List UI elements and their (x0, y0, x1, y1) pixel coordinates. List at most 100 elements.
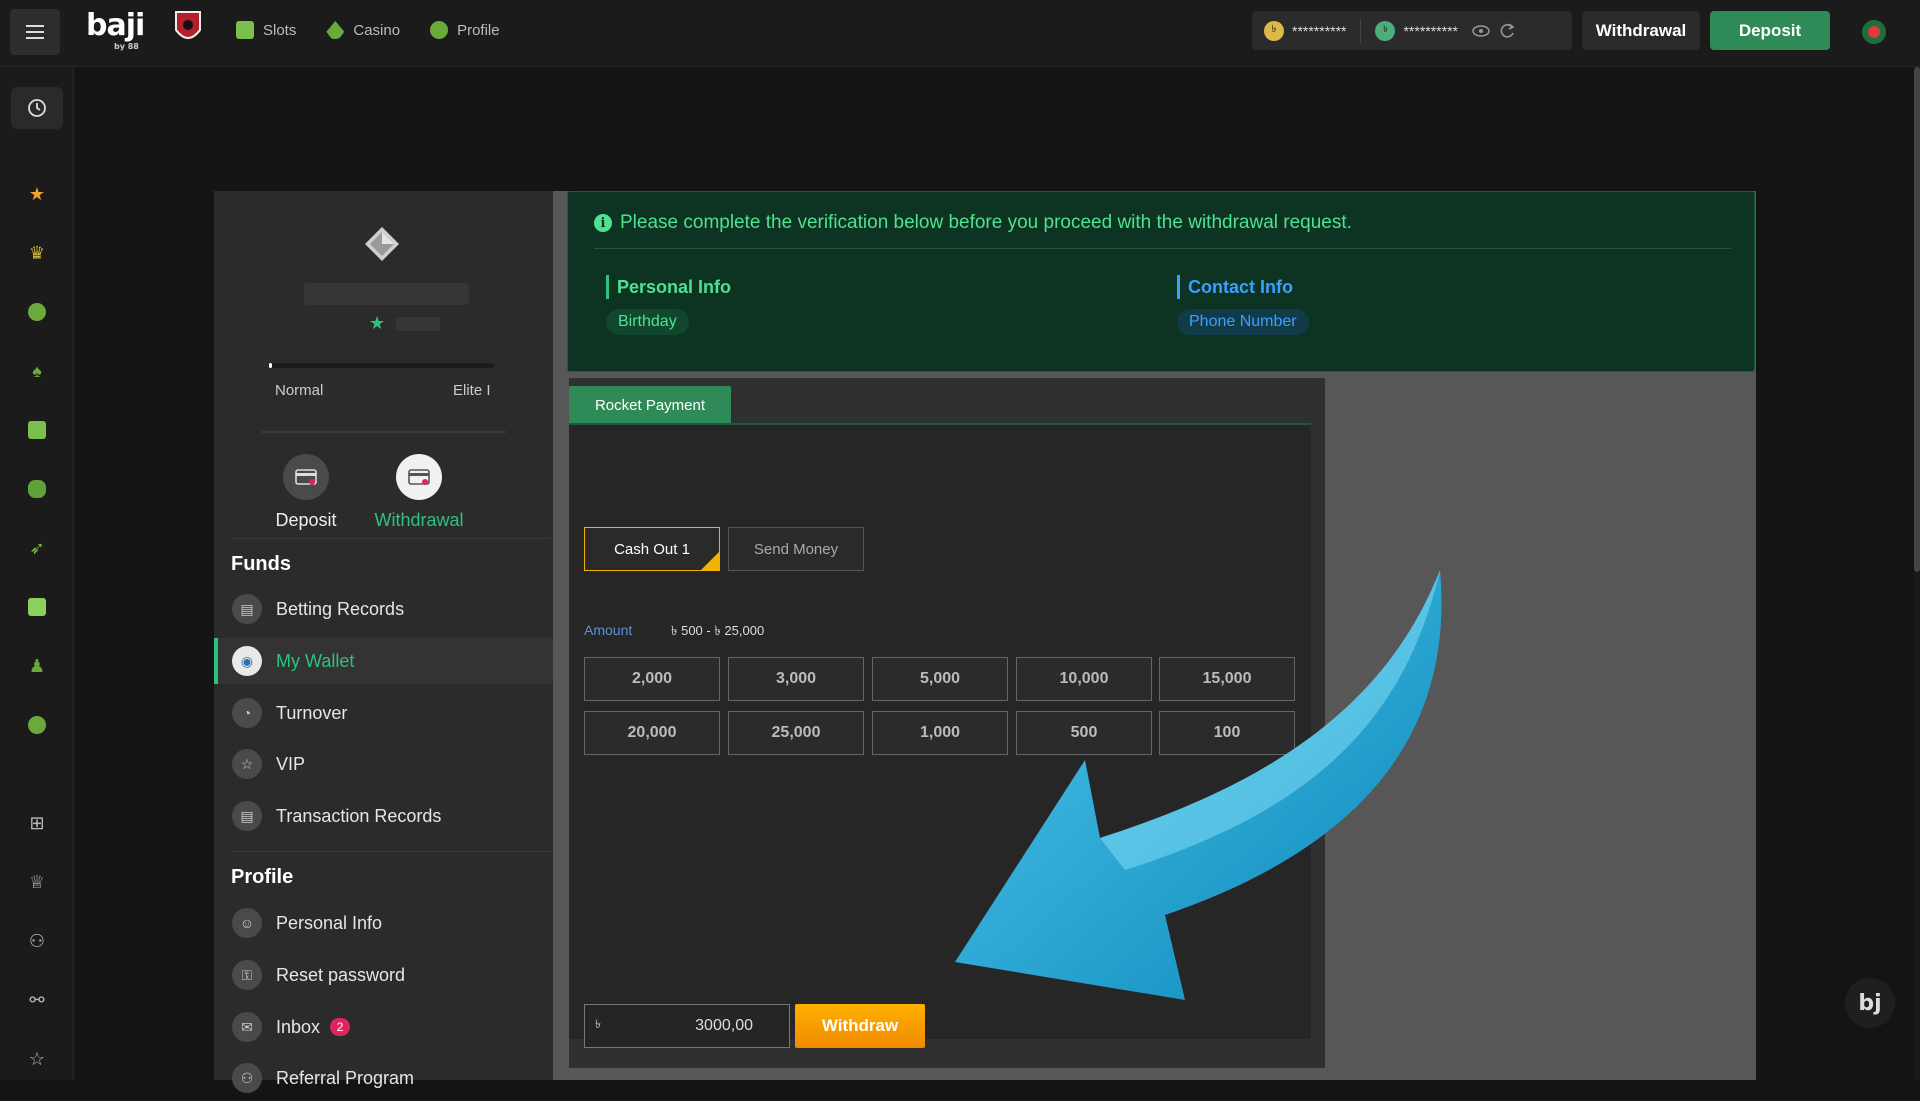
account-sidebar: ★ Normal Elite I Deposit Withdrawal Fund… (214, 191, 553, 1093)
verification-message: i Please complete the verification below… (594, 212, 1352, 234)
withdrawal-wallet-icon (396, 454, 442, 500)
main-wallet-icon: ৳ (1264, 20, 1284, 41)
amount-label: Amount (584, 622, 633, 638)
personal-info-icon: ☺ (232, 908, 262, 938)
friends-icon[interactable]: ⚇ (24, 928, 50, 954)
tab-rocket-payment[interactable]: Rocket Payment (569, 386, 731, 424)
crash-icon[interactable] (24, 712, 50, 738)
slots-icon (236, 21, 254, 39)
bonus-wallet-icon: ৳ (1375, 20, 1396, 41)
option-cash-out-1[interactable]: Cash Out 1 (584, 527, 720, 571)
top-nav: Slots Casino Profile (236, 0, 500, 60)
transaction-records-icon: ▤ (232, 801, 262, 831)
deposit-button[interactable]: Deposit (1710, 11, 1830, 50)
inbox-icon: ✉ (232, 1012, 262, 1042)
support-chat-button[interactable]: bj (1845, 978, 1895, 1028)
vip-crown-icon[interactable]: ♕ (24, 869, 50, 895)
username-masked (304, 283, 469, 305)
referral-icon: ⚇ (232, 1063, 262, 1093)
turnover-icon: ◔ (232, 698, 262, 728)
phone-number-chip[interactable]: Phone Number (1177, 309, 1309, 335)
club-crest-icon[interactable] (174, 10, 202, 46)
lottery-icon[interactable] (24, 594, 50, 620)
level-next: Elite I (453, 382, 491, 399)
casino-icon (326, 21, 345, 39)
table-games-icon[interactable] (24, 476, 50, 502)
top-bar: baji by 88 Slots Casino Profile ৳ *******… (0, 0, 1920, 67)
verification-banner: i Please complete the verification below… (567, 191, 1755, 372)
amount-range: ৳ 500 - ৳ 25,000 (671, 623, 765, 638)
vip-progress-fill (269, 363, 273, 368)
deposit-wallet-icon (283, 454, 329, 500)
divider (230, 538, 550, 539)
wallet-icon: ◉ (232, 646, 262, 676)
main-balance: ********** (1292, 22, 1347, 39)
personal-info-section: Personal Info Birthday (606, 275, 731, 335)
vip-icon: ☆ (232, 749, 262, 779)
amount-button[interactable]: 20,000 (584, 711, 720, 755)
page-scrollbar-thumb[interactable] (1914, 67, 1920, 572)
menu-turnover[interactable]: ◔ Turnover (214, 690, 553, 736)
menu-reset-password[interactable]: ⚿ Reset password (214, 952, 553, 998)
casino-rail-icon[interactable]: ♠ (24, 358, 50, 384)
lock-icon: ⚿ (232, 960, 262, 990)
arcade-icon[interactable]: ♟ (24, 653, 50, 679)
eye-icon[interactable] (1472, 24, 1490, 37)
gift-icon[interactable]: ⊞ (24, 810, 50, 836)
currency-symbol: ৳ (595, 1017, 601, 1031)
vip-progress-bar (269, 363, 494, 368)
amount-value: 3000,00 (695, 1017, 753, 1034)
menu-transaction-records[interactable]: ▤ Transaction Records (214, 793, 553, 839)
profile-icon (430, 21, 449, 39)
menu-betting-records[interactable]: ▤ Betting Records (214, 586, 553, 632)
affiliate-icon[interactable]: ⚯ (24, 987, 50, 1013)
divider (230, 851, 550, 852)
nav-profile[interactable]: Profile (430, 21, 500, 39)
crown-icon[interactable]: ♛ (24, 240, 50, 266)
option-send-money[interactable]: Send Money (728, 527, 864, 571)
betting-records-icon: ▤ (232, 594, 262, 624)
amount-button[interactable]: 3,000 (728, 657, 864, 701)
left-rail: ★ ♛ ♠ ➶ ♟ ⊞ ♕ ⚇ ⚯ ☆ (0, 67, 74, 1080)
sports-icon[interactable] (24, 299, 50, 325)
divider (261, 431, 506, 433)
amount-input[interactable]: ৳ 3000,00 (584, 1004, 790, 1048)
refresh-icon[interactable] (1498, 22, 1516, 40)
hamburger-menu-button[interactable] (10, 9, 60, 55)
language-flag-icon[interactable] (1862, 20, 1886, 44)
birthday-chip[interactable]: Birthday (606, 309, 689, 335)
divider (594, 248, 1731, 249)
fishing-icon[interactable]: ➶ (24, 535, 50, 561)
bonus-balance: ********** (1403, 22, 1458, 39)
nav-slots[interactable]: Slots (236, 21, 296, 39)
menu-referral-program[interactable]: ⚇ Referral Program (214, 1055, 553, 1101)
history-icon[interactable] (11, 87, 63, 129)
divider (1360, 18, 1362, 43)
favorites-star-icon[interactable]: ★ (24, 181, 50, 207)
sidebar-withdrawal[interactable]: Withdrawal (369, 454, 469, 531)
menu-personal-info[interactable]: ☺ Personal Info (214, 900, 553, 946)
nav-casino[interactable]: Casino (326, 21, 400, 39)
sidebar-deposit[interactable]: Deposit (256, 454, 356, 531)
vip-star-icon: ★ (369, 313, 386, 333)
inbox-count-badge: 2 (330, 1018, 351, 1036)
funds-title: Funds (231, 553, 291, 575)
menu-my-wallet[interactable]: ◉ My Wallet (214, 638, 553, 684)
withdrawal-button[interactable]: Withdrawal (1582, 11, 1700, 50)
annotation-arrow-icon (955, 570, 1442, 1000)
profile-title: Profile (231, 866, 294, 888)
amount-button[interactable]: 2,000 (584, 657, 720, 701)
amount-button[interactable]: 25,000 (728, 711, 864, 755)
user-id-masked (396, 317, 440, 331)
slots-rail-icon[interactable] (24, 417, 50, 443)
menu-vip[interactable]: ☆ VIP (214, 741, 553, 787)
info-icon: i (594, 214, 612, 232)
rewards-icon[interactable]: ☆ (24, 1046, 50, 1072)
balance-box: ৳ ********** ৳ ********** (1252, 11, 1572, 50)
brand-logo[interactable]: baji by 88 (86, 8, 145, 51)
menu-inbox[interactable]: ✉ Inbox 2 (214, 1004, 553, 1050)
hamburger-icon (26, 25, 44, 39)
withdraw-button[interactable]: Withdraw (795, 1004, 925, 1048)
level-current: Normal (275, 382, 324, 399)
contact-info-section: Contact Info Phone Number (1177, 275, 1309, 335)
